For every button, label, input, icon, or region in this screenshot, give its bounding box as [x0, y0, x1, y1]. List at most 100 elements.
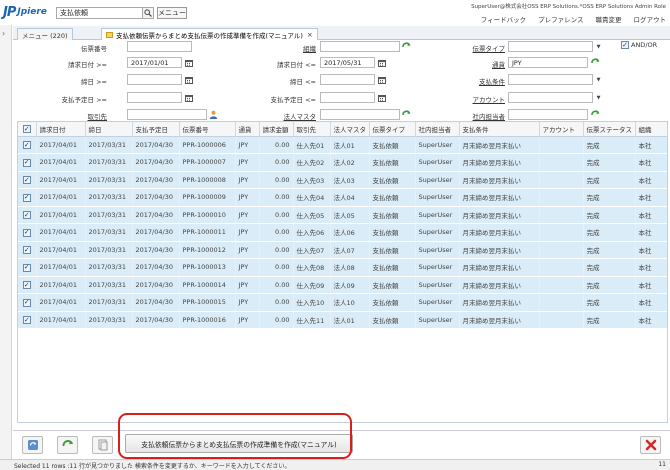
corp-master-label[interactable]: 法人マスタ	[236, 111, 317, 121]
requery-button[interactable]	[22, 436, 43, 454]
calendar-icon[interactable]	[183, 92, 194, 103]
table-row[interactable]: ✓ 2017/04/01 2017/03/31 2017/04/30 PPR-10000…	[18, 241, 667, 259]
search-button[interactable]	[142, 7, 154, 19]
table-row[interactable]: ✓ 2017/04/01 2017/03/31 2017/04/30 PPR-10000…	[18, 293, 667, 312]
refresh-green-icon[interactable]	[590, 109, 601, 120]
row-checkbox[interactable]: ✓	[22, 281, 31, 289]
currency-field[interactable]: JPY	[508, 57, 588, 68]
column-header[interactable]: 取引先	[293, 122, 331, 137]
row-checkbox[interactable]: ✓	[22, 176, 31, 184]
column-header[interactable]: 伝票タイプ	[369, 122, 416, 137]
feedback-link[interactable]: フィードバック	[481, 14, 526, 24]
table-row[interactable]: ✓ 2017/04/01 2017/03/31 2017/04/30 PPR-10000…	[18, 153, 667, 172]
table-row[interactable]: ✓ 2017/04/01 2017/03/31 2017/04/30 PPR-10000…	[18, 171, 667, 189]
select-all-cell[interactable]: ✓	[18, 122, 37, 137]
calendar-icon[interactable]	[376, 74, 387, 85]
payment-term-select[interactable]	[508, 74, 593, 85]
row-select-cell[interactable]: ✓	[18, 258, 37, 277]
row-select-cell[interactable]: ✓	[18, 311, 37, 329]
corp-master-field[interactable]	[320, 109, 400, 120]
print-preview-button[interactable]	[92, 436, 113, 454]
row-checkbox[interactable]: ✓	[22, 263, 31, 272]
cancel-button[interactable]	[640, 436, 661, 454]
row-select-cell[interactable]: ✓	[18, 188, 37, 207]
row-select-cell[interactable]: ✓	[18, 136, 37, 154]
org-label[interactable]: 組織	[236, 43, 316, 53]
doc-no-field[interactable]	[127, 41, 192, 52]
row-checkbox[interactable]: ✓	[22, 246, 31, 254]
doc-type-label[interactable]: 伝票タイプ	[425, 43, 506, 53]
column-header[interactable]: 請求日付	[36, 122, 86, 137]
column-header[interactable]: 請求金額	[259, 122, 294, 137]
column-header[interactable]: 通貨	[235, 122, 260, 137]
calendar-icon[interactable]	[183, 57, 194, 68]
due-date-from-field[interactable]	[127, 74, 182, 85]
account-select[interactable]	[508, 92, 593, 103]
column-header[interactable]: アカウント	[539, 122, 584, 137]
column-header[interactable]: 伝票番号	[179, 122, 236, 137]
table-row[interactable]: ✓ 2017/04/01 2017/03/31 2017/04/30 PPR-10000…	[18, 206, 667, 224]
sales-rep-field[interactable]	[508, 109, 588, 120]
row-select-cell[interactable]: ✓	[18, 171, 37, 189]
partner-label[interactable]: 取引先	[27, 111, 108, 121]
row-select-cell[interactable]: ✓	[18, 293, 37, 312]
andor-toggle[interactable]: ✓ AND/OR	[621, 41, 657, 49]
invoice-date-to-field[interactable]: 2017/05/31	[320, 57, 375, 68]
logout-link[interactable]: ログアウト	[634, 14, 667, 24]
dropdown-arrow-icon[interactable]: ▼	[594, 41, 603, 52]
row-select-cell[interactable]: ✓	[18, 276, 37, 294]
row-select-cell[interactable]: ✓	[18, 153, 37, 172]
refresh-green-icon[interactable]	[590, 57, 601, 68]
search-input[interactable]	[56, 7, 143, 19]
pay-date-to-field[interactable]	[320, 92, 375, 103]
column-header[interactable]: 社内担当者	[415, 122, 460, 137]
row-checkbox[interactable]: ✓	[22, 316, 31, 324]
table-row[interactable]: ✓ 2017/04/01 2017/03/31 2017/04/30 PPR-10000…	[18, 276, 667, 294]
row-select-cell[interactable]: ✓	[18, 223, 37, 242]
row-checkbox[interactable]: ✓	[22, 298, 31, 307]
table-row[interactable]: ✓ 2017/04/01 2017/03/31 2017/04/30 PPR-10000…	[18, 223, 667, 242]
row-select-cell[interactable]: ✓	[18, 241, 37, 259]
column-header[interactable]: 伝票ステータス	[583, 122, 636, 137]
sales-rep-label[interactable]: 社内担当者	[425, 111, 506, 121]
org-field[interactable]	[320, 41, 400, 52]
change-role-link[interactable]: 職責変更	[596, 14, 622, 24]
refresh-green-icon[interactable]	[401, 41, 412, 52]
partner-field[interactable]	[127, 109, 207, 120]
table-row[interactable]: ✓ 2017/04/01 2017/03/31 2017/04/30 PPR-10000…	[18, 311, 667, 329]
row-checkbox[interactable]: ✓	[22, 228, 31, 237]
chevron-right-icon[interactable]: ›	[2, 29, 5, 38]
column-header[interactable]: 法人マスタ	[330, 122, 370, 137]
refresh-button[interactable]	[57, 436, 78, 454]
dropdown-arrow-icon[interactable]: ▼	[594, 74, 603, 85]
column-header[interactable]: 締日	[85, 122, 133, 137]
row-select-cell[interactable]: ✓	[18, 206, 37, 224]
row-checkbox[interactable]: ✓	[22, 141, 31, 149]
currency-label[interactable]: 通貨	[425, 59, 505, 69]
table-row[interactable]: ✓ 2017/04/01 2017/03/31 2017/04/30 PPR-10000…	[18, 136, 667, 154]
select-all-checkbox[interactable]: ✓	[22, 125, 31, 133]
user-icon[interactable]	[208, 109, 219, 120]
column-header[interactable]: 支払予定日	[132, 122, 180, 137]
preferences-link[interactable]: プレファレンス	[538, 14, 583, 24]
account-label[interactable]: アカウント	[425, 94, 506, 104]
payment-term-label[interactable]: 支払条件	[425, 76, 505, 86]
table-row[interactable]: ✓ 2017/04/01 2017/03/31 2017/04/30 PPR-10000…	[18, 258, 667, 277]
andor-checkbox[interactable]: ✓	[621, 41, 629, 49]
table-row[interactable]: ✓ 2017/04/01 2017/03/31 2017/04/30 PPR-10000…	[18, 188, 667, 207]
dropdown-arrow-icon[interactable]: ▼	[594, 92, 603, 103]
calendar-icon[interactable]	[376, 57, 387, 68]
tab-menu[interactable]: メニュー (220)	[17, 28, 73, 40]
column-header[interactable]: 支払条件	[459, 122, 540, 137]
column-header[interactable]: 組織	[635, 122, 667, 137]
menu-button[interactable]: メニュー	[157, 7, 187, 19]
doc-type-select[interactable]	[508, 41, 593, 52]
close-icon[interactable]: ×	[307, 31, 313, 39]
row-checkbox[interactable]: ✓	[22, 158, 31, 167]
row-checkbox[interactable]: ✓	[22, 211, 31, 219]
calendar-icon[interactable]	[376, 92, 387, 103]
invoice-date-from-field[interactable]: 2017/01/01	[127, 57, 182, 68]
refresh-green-icon[interactable]	[401, 109, 412, 120]
calendar-icon[interactable]	[183, 74, 194, 85]
row-checkbox[interactable]: ✓	[22, 193, 31, 202]
